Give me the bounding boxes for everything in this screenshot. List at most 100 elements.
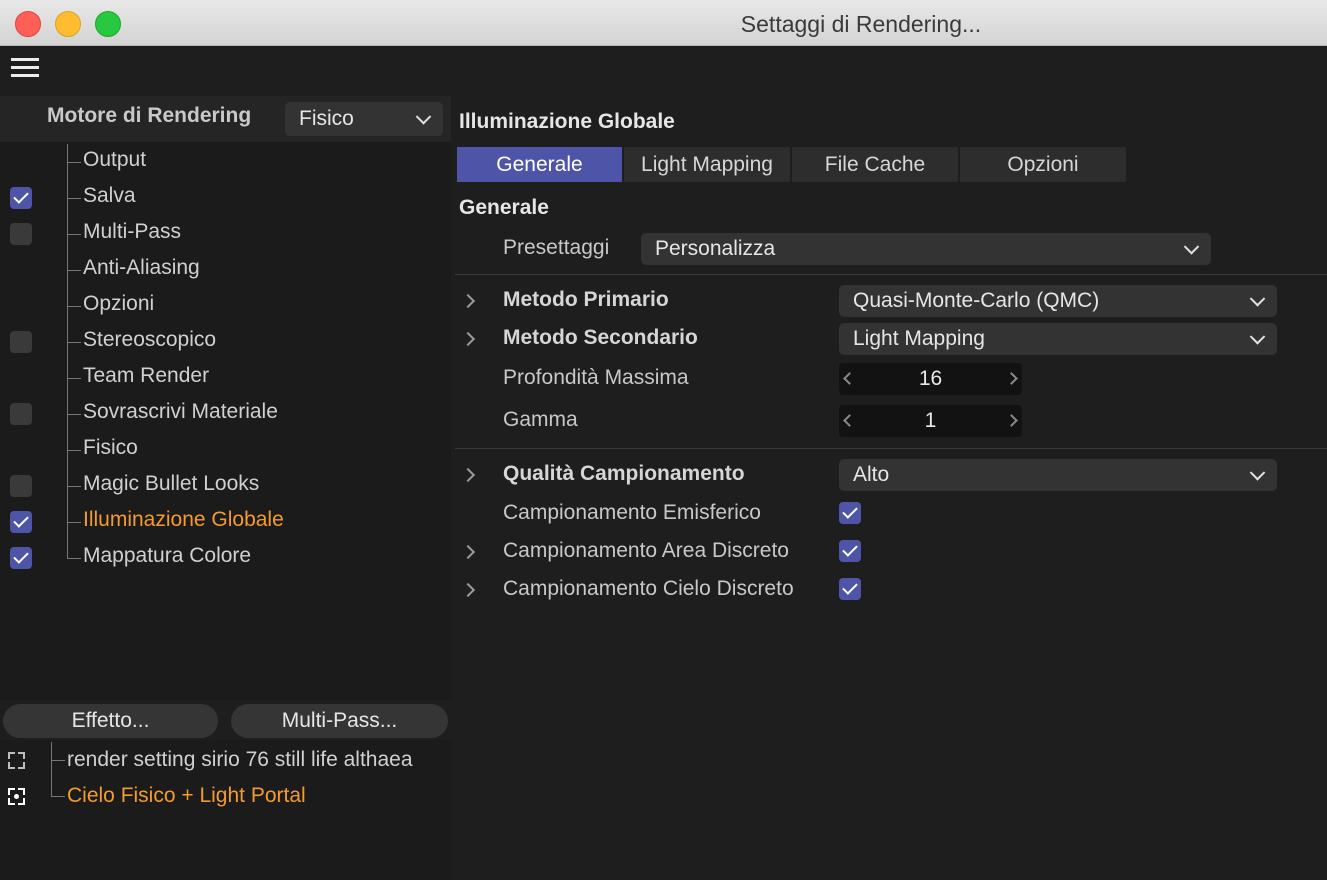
tree-branch [67,558,81,559]
area-sampling-label: Campionamento Area Discreto [503,539,789,562]
tree-branch [67,414,81,415]
preset-label: Presettaggi [503,236,610,259]
chevron-right-icon[interactable] [1005,372,1018,385]
tree-item[interactable]: Fisico [0,432,451,468]
tab-generale[interactable]: Generale [457,147,622,182]
sampling-quality-label: Qualità Campionamento [503,462,745,485]
preset-value: Personalizza [655,237,776,260]
panel-title: Illuminazione Globale [459,110,675,133]
tree-item-label: Illuminazione Globale [83,508,284,531]
primary-method-label: Metodo Primario [503,288,669,311]
tree-item-label: Team Render [83,364,210,387]
chevron-down-icon [415,109,432,125]
effect-item[interactable]: render setting sirio 76 still life altha… [0,742,451,778]
expand-arrow-icon[interactable] [460,582,476,598]
left-panel: Motore di Rendering Fisico Output Salva Mu… [0,46,451,880]
tree-item-label: Magic Bullet Looks [83,472,260,495]
section-heading: Generale [459,196,549,219]
chevron-down-icon [1249,291,1266,307]
gamma-stepper[interactable]: 1 [839,405,1022,437]
max-depth-stepper[interactable]: 16 [839,363,1022,395]
engine-row: Motore di Rendering Fisico [0,96,451,142]
preset-dropdown[interactable]: Personalizza [641,233,1211,265]
tree-item[interactable]: Multi-Pass [0,216,451,252]
tree-item-checkbox[interactable] [10,223,32,245]
window-title: Settaggi di Rendering... [740,11,982,37]
sky-sampling-checkbox[interactable] [839,578,861,600]
tree-item-checkbox[interactable] [10,547,32,569]
expand-arrow-icon[interactable] [460,331,476,347]
menu-icon[interactable] [11,58,39,78]
tree-item[interactable]: Opzioni [0,288,451,324]
tree-item-checkbox[interactable] [10,511,32,533]
effect-item-label: Cielo Fisico + Light Portal [67,784,306,807]
effects-list: render setting sirio 76 still life altha… [0,740,451,880]
tree-item-label: Fisico [83,436,138,459]
right-panel: Illuminazione Globale Generale Light Map… [451,46,1327,880]
chevron-left-icon[interactable] [843,414,856,427]
title-bar: Settaggi di Rendering... [0,0,1327,46]
max-depth-value: 16 [918,367,943,390]
tree-item-label: Sovrascrivi Materiale [83,400,278,423]
tree-item[interactable]: Anti-Aliasing [0,252,451,288]
focus-frame-icon [8,788,25,805]
effect-button[interactable]: Effetto... [3,704,218,738]
tree-branch [67,234,81,235]
tree-branch [67,522,81,523]
tree-line [51,778,52,797]
chevron-right-icon[interactable] [1005,414,1018,427]
multipass-button[interactable]: Multi-Pass... [231,704,448,738]
tree-item[interactable]: Illuminazione Globale [0,504,451,540]
engine-value: Fisico [299,107,354,130]
expand-arrow-icon[interactable] [460,293,476,309]
sky-sampling-label: Campionamento Cielo Discreto [503,577,794,600]
tree-item-label: Mappatura Colore [83,544,252,567]
tree-item-checkbox[interactable] [10,331,32,353]
tree-item-label: Anti-Aliasing [83,256,200,279]
secondary-method-dropdown[interactable]: Light Mapping [839,323,1277,355]
engine-dropdown[interactable]: Fisico [285,102,443,136]
separator [455,274,1327,275]
tree-line [67,540,68,559]
tree-branch [67,486,81,487]
primary-method-dropdown[interactable]: Quasi-Monte-Carlo (QMC) [839,285,1277,317]
tree-branch [67,306,81,307]
expand-arrow-icon[interactable] [460,544,476,560]
gamma-value: 1 [924,409,937,432]
tree-item[interactable]: Magic Bullet Looks [0,468,451,504]
tree-item-checkbox[interactable] [10,187,32,209]
chevron-left-icon[interactable] [843,372,856,385]
primary-method-value: Quasi-Monte-Carlo (QMC) [853,289,1100,312]
separator [455,448,1327,449]
tree-item[interactable]: Mappatura Colore [0,540,451,576]
tree-item[interactable]: Salva [0,180,451,216]
tree-item[interactable]: Team Render [0,360,451,396]
hemispheric-sampling-checkbox[interactable] [839,502,861,524]
tree-branch [67,342,81,343]
effect-item-label: render setting sirio 76 still life altha… [67,748,413,771]
tree-item-label: Salva [83,184,136,207]
tree-item[interactable]: Sovrascrivi Materiale [0,396,451,432]
tree-branch [51,796,65,797]
hemispheric-sampling-label: Campionamento Emisferico [503,501,761,524]
tree-item[interactable]: Stereoscopico [0,324,451,360]
expand-arrow-icon[interactable] [460,467,476,483]
tree-item-checkbox[interactable] [10,475,32,497]
secondary-method-value: Light Mapping [853,327,985,350]
engine-label: Motore di Rendering [47,104,252,127]
area-sampling-checkbox[interactable] [839,540,861,562]
gamma-label: Gamma [503,408,578,431]
tree-branch [51,760,65,761]
tab-opzioni[interactable]: Opzioni [960,147,1126,182]
tree-item[interactable]: Output [0,144,451,180]
sampling-quality-dropdown[interactable]: Alto [839,459,1277,491]
tree-item-label: Multi-Pass [83,220,182,243]
max-depth-label: Profondità Massima [503,366,689,389]
tree-item-checkbox[interactable] [10,403,32,425]
effect-item[interactable]: Cielo Fisico + Light Portal [0,778,451,814]
tab-file-cache[interactable]: File Cache [792,147,958,182]
chevron-down-icon [1249,329,1266,345]
tree-branch [67,450,81,451]
tree-branch [67,270,81,271]
tab-light-mapping[interactable]: Light Mapping [624,147,790,182]
